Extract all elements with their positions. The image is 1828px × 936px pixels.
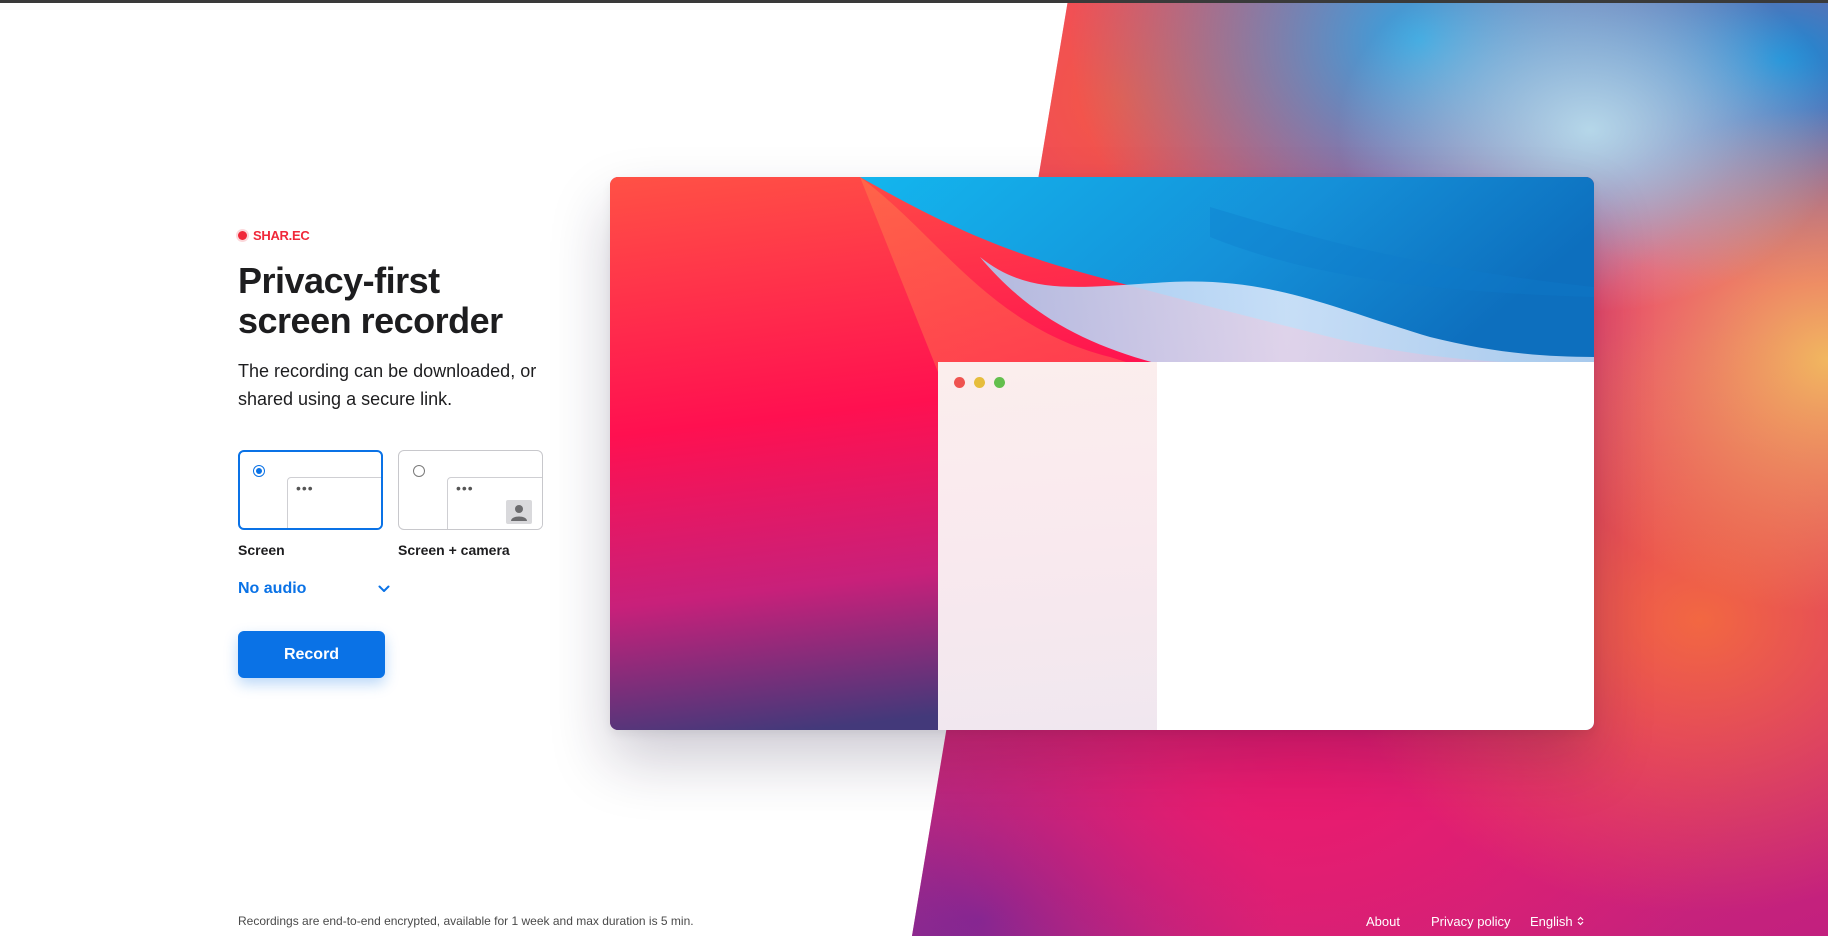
- window-zoom-icon: [994, 377, 1005, 388]
- chevron-down-icon: [378, 580, 390, 598]
- window-minimize-icon: [974, 377, 985, 388]
- person-icon: [506, 500, 532, 524]
- page: SHAR.EC Privacy-first screen recorder Th…: [0, 0, 1828, 936]
- language-select-label: English: [1530, 914, 1573, 929]
- app-window-illustration: [938, 362, 1594, 730]
- option-screen-camera-radio[interactable]: [413, 465, 425, 477]
- window-close-icon: [954, 377, 965, 388]
- up-down-chevron-icon: [1577, 914, 1584, 929]
- option-screen-radio[interactable]: [253, 465, 265, 477]
- brand-logo[interactable]: SHAR.EC: [238, 228, 568, 243]
- option-screen-camera-label: Screen + camera: [398, 542, 510, 558]
- record-button[interactable]: Record: [238, 631, 385, 678]
- option-screen-label: Screen: [238, 542, 285, 558]
- option-screen-card[interactable]: •••: [238, 450, 383, 530]
- app-window-sidebar: [938, 362, 1157, 730]
- brand-name: SHAR.EC: [253, 228, 310, 243]
- audio-select[interactable]: No audio: [238, 580, 390, 598]
- recording-mode-options: ••• Screen ••• Screen + camera: [238, 450, 543, 558]
- top-strip: [0, 0, 1828, 3]
- page-title-line-2: screen recorder: [238, 300, 503, 341]
- footer-note: Recordings are end-to-end encrypted, ava…: [238, 914, 694, 928]
- privacy-policy-link[interactable]: Privacy policy: [1431, 914, 1510, 929]
- record-dot-icon: [238, 231, 247, 240]
- page-title-line-1: Privacy-first: [238, 260, 440, 301]
- option-screen-camera: ••• Screen + camera: [398, 450, 543, 558]
- preview-illustration: [610, 177, 1594, 730]
- window-dots-icon: •••: [296, 480, 314, 496]
- screen-camera-window-illustration: •••: [447, 477, 542, 529]
- option-screen: ••• Screen: [238, 450, 383, 558]
- language-select[interactable]: English: [1530, 914, 1584, 929]
- screen-window-illustration: •••: [287, 477, 381, 528]
- hero: SHAR.EC Privacy-first screen recorder Th…: [238, 228, 568, 413]
- audio-select-label: No audio: [238, 580, 307, 597]
- window-dots-icon: •••: [456, 480, 474, 496]
- about-link[interactable]: About: [1366, 914, 1400, 929]
- option-screen-camera-card[interactable]: •••: [398, 450, 543, 530]
- page-subtitle: The recording can be downloaded, or shar…: [238, 361, 537, 409]
- page-title: Privacy-first screen recorder: [238, 261, 568, 341]
